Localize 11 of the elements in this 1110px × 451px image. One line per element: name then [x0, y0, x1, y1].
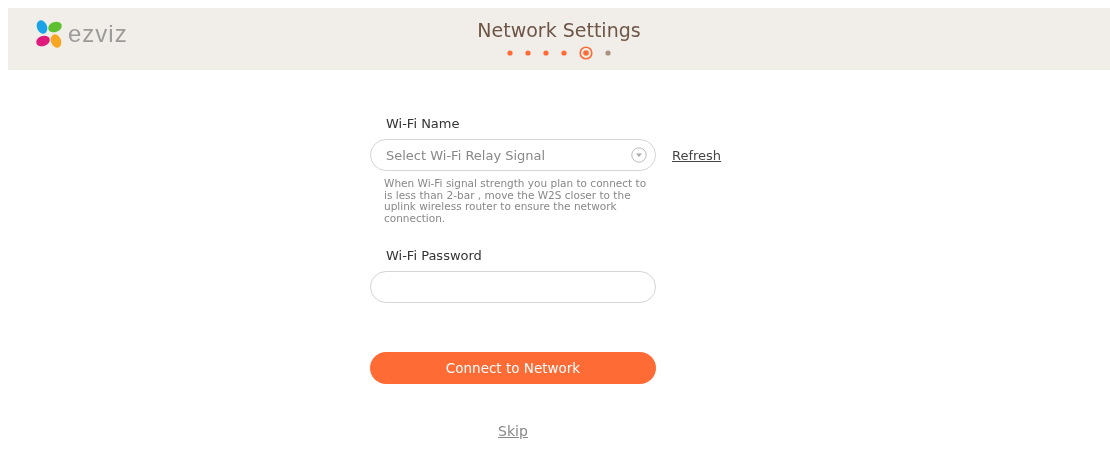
- field-label: Wi-Fi Name: [386, 116, 460, 131]
- field-label: Wi-Fi Password: [386, 248, 482, 263]
- password-field[interactable]: [370, 271, 656, 303]
- skip-link[interactable]: Skip: [498, 423, 528, 439]
- connect-button[interactable]: Connect to Network: [370, 352, 656, 384]
- hint-text: When Wi-Fi signal strength you plan to connect to is less than 2-bar , move the W2S closer to the uplink wireless router to ensure the network connection.: [384, 178, 648, 224]
- dropdown-icon: [631, 147, 647, 163]
- refresh-link[interactable]: Refresh: [672, 147, 722, 163]
- logo-icon: [34, 19, 64, 49]
- logo-text: ezviz: [68, 20, 128, 48]
- page-title: Network Settings: [477, 19, 641, 41]
